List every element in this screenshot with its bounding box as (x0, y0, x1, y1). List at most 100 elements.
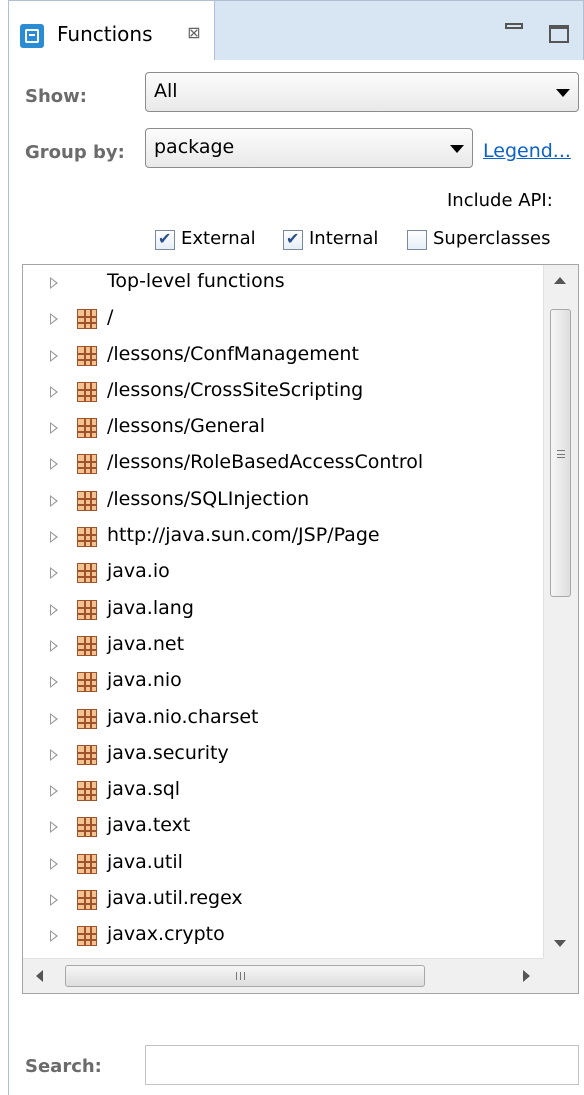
tree-item-label: /lessons/RoleBasedAccessControl (107, 451, 424, 474)
tree-item[interactable]: java.lang (23, 592, 543, 628)
expand-arrow-icon[interactable] (50, 458, 58, 471)
tree-item[interactable]: /lessons/SQLInjection (23, 483, 543, 519)
package-icon (77, 490, 97, 511)
tree-item-label: /lessons/SQLInjection (107, 487, 310, 510)
expand-arrow-icon[interactable] (50, 821, 58, 834)
tree-item[interactable]: /lessons/CrossSiteScripting (23, 374, 543, 410)
expand-arrow-icon[interactable] (50, 857, 58, 870)
tree-item[interactable]: java.text (23, 809, 543, 845)
expand-arrow-icon[interactable] (50, 785, 58, 798)
expand-arrow-icon[interactable] (50, 712, 58, 725)
tree-item[interactable]: javax.crypto (23, 918, 543, 954)
tree-item-label: java.net (107, 632, 185, 655)
expand-arrow-icon[interactable] (50, 422, 58, 435)
tree-item[interactable]: / (23, 301, 543, 337)
tree-item[interactable]: /lessons/RoleBasedAccessControl (23, 446, 543, 482)
package-icon (77, 635, 97, 656)
internal-checkbox-label: Internal (309, 228, 379, 249)
scroll-down-arrow-icon[interactable] (554, 940, 566, 947)
tree-item-label: java.nio (107, 669, 182, 692)
package-icon (77, 672, 97, 693)
expand-arrow-icon[interactable] (50, 349, 58, 362)
package-icon (77, 744, 97, 765)
search-label: Search: (25, 1056, 102, 1077)
tree-item[interactable]: java.security (23, 737, 543, 773)
internal-checkbox[interactable]: Internal (283, 228, 403, 252)
tree-item[interactable]: java.nio.charset (23, 701, 543, 737)
package-icon (77, 381, 97, 402)
package-icon (77, 527, 97, 548)
show-combo[interactable]: All (145, 72, 579, 112)
scroll-left-arrow-icon[interactable] (36, 970, 43, 982)
vertical-scrollbar[interactable] (543, 265, 578, 959)
checkbox-checked-icon (283, 229, 303, 250)
search-input[interactable] (145, 1045, 579, 1085)
expand-arrow-icon[interactable] (50, 494, 58, 507)
show-label: Show: (25, 86, 87, 107)
functions-tree[interactable]: Top-level functions / /lessons/ConfManagem… (22, 264, 579, 994)
expand-arrow-icon[interactable] (50, 567, 58, 580)
tree-item-label: /lessons/ConfManagement (107, 342, 359, 365)
chevron-down-icon (556, 89, 570, 97)
tree-item[interactable]: http://java.sun.com/JSP/Page (23, 519, 543, 555)
tree-item[interactable]: java.io (23, 555, 543, 591)
tree-item-label: Top-level functions (107, 270, 285, 292)
group-by-combo[interactable]: package (145, 128, 473, 168)
scroll-corner (543, 958, 578, 993)
expand-arrow-icon[interactable] (50, 277, 58, 289)
chevron-down-icon (450, 145, 464, 153)
scroll-right-arrow-icon[interactable] (523, 970, 530, 982)
tab-functions[interactable]: Functions ⊠ (9, 1, 215, 62)
group-by-label: Group by: (25, 142, 125, 163)
package-icon (77, 926, 97, 947)
tree-item[interactable]: /lessons/General (23, 410, 543, 446)
scroll-up-arrow-icon[interactable] (554, 277, 566, 284)
functions-view-body: Show: All Group by: package Legend... In… (8, 60, 584, 1095)
close-icon[interactable]: ⊠ (185, 24, 203, 42)
expand-arrow-icon[interactable] (50, 676, 58, 689)
tree-item[interactable]: java.net (23, 628, 543, 664)
tree-item[interactable]: java.util.regex (23, 882, 543, 918)
expand-arrow-icon[interactable] (50, 894, 58, 907)
expand-arrow-icon[interactable] (50, 603, 58, 616)
checkbox-unchecked-icon (407, 230, 427, 250)
tree-item-label: http://java.sun.com/JSP/Page (107, 524, 380, 547)
external-checkbox[interactable]: External (155, 228, 275, 252)
superclasses-checkbox-label: Superclasses (433, 228, 551, 249)
tree-item[interactable]: /lessons/ConfManagement (23, 338, 543, 374)
tree-item-label: java.sql (107, 778, 181, 801)
expand-arrow-icon[interactable] (50, 313, 58, 326)
external-checkbox-label: External (181, 228, 256, 249)
package-icon (77, 418, 97, 439)
legend-link[interactable]: Legend... (483, 140, 571, 162)
horizontal-scroll-thumb[interactable] (65, 965, 425, 987)
tree-item-label: java.io (107, 560, 170, 583)
package-icon (77, 781, 97, 802)
tree-item-label: java.util (107, 850, 183, 873)
package-icon (77, 599, 97, 620)
tree-item[interactable]: java.util (23, 846, 543, 882)
package-icon (77, 345, 97, 366)
tab-title: Functions (57, 22, 153, 46)
expand-arrow-icon[interactable] (50, 531, 58, 544)
tree-item-label: java.nio.charset (107, 705, 259, 728)
tree-item-label: /lessons/CrossSiteScripting (107, 378, 364, 401)
expand-arrow-icon[interactable] (50, 385, 58, 398)
horizontal-scrollbar[interactable] (23, 958, 543, 993)
tree-item-label: javax.crypto (107, 923, 225, 946)
expand-arrow-icon[interactable] (50, 930, 58, 943)
tree-item-label: java.util.regex (107, 887, 243, 910)
maximize-icon[interactable] (549, 25, 569, 43)
tree-item[interactable]: java.nio (23, 664, 543, 700)
tree-item[interactable]: java.sql (23, 773, 543, 809)
tree-item-label: / (107, 306, 114, 329)
superclasses-checkbox[interactable]: Superclasses (407, 228, 577, 252)
expand-arrow-icon[interactable] (50, 639, 58, 652)
vertical-scroll-thumb[interactable] (550, 309, 571, 597)
package-icon (77, 817, 97, 838)
package-icon (77, 890, 97, 911)
minimize-icon[interactable] (505, 23, 523, 29)
expand-arrow-icon[interactable] (50, 748, 58, 761)
package-icon (77, 853, 97, 874)
tree-item[interactable]: Top-level functions (23, 265, 543, 301)
